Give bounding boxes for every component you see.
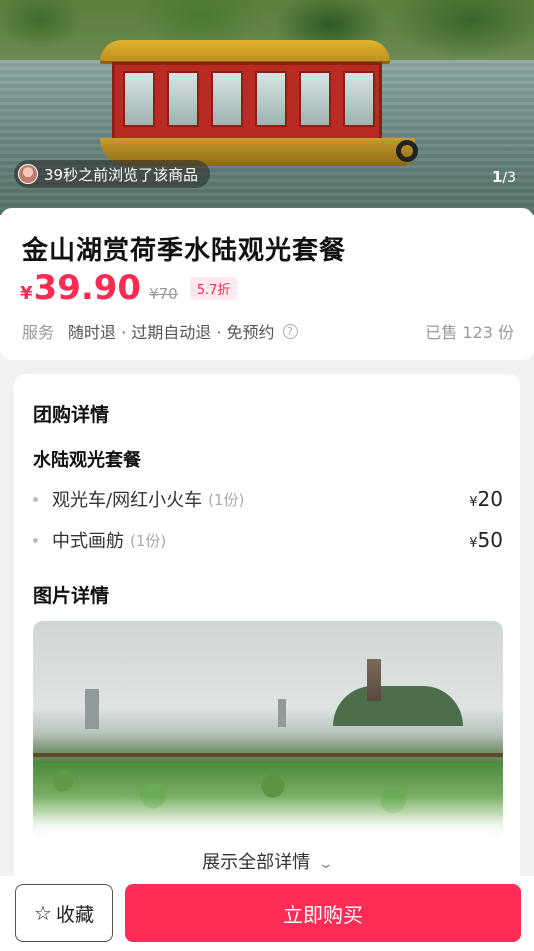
detail-photo[interactable]: [33, 621, 503, 836]
package-title: 水陆观光套餐: [33, 450, 141, 471]
buy-now-button[interactable]: 立即购买: [125, 884, 521, 942]
chevron-down-icon: ⌄: [317, 856, 335, 872]
item-qty: (1份): [130, 531, 167, 550]
service-list: 随时退 · 过期自动退 · 免预约: [68, 323, 275, 342]
section-title-photos: 图片详情: [33, 585, 110, 607]
recent-viewer-pill: 39秒之前浏览了该商品: [14, 160, 211, 188]
price-currency: ¥: [20, 283, 33, 304]
item-price: ¥20: [469, 487, 503, 511]
expand-label: 展示全部详情: [202, 852, 311, 873]
item-name: 观光车/网红小火车: [52, 490, 203, 511]
image-page-indicator: 1/3: [492, 168, 516, 186]
service-row[interactable]: 服务 随时退 · 过期自动退 · 免预约 ? 已售 123 份: [22, 319, 514, 343]
product-title: 金山湖赏荷季水陆观光套餐: [22, 236, 347, 266]
hero-boat: [100, 30, 425, 180]
original-price: ¥70: [149, 285, 178, 303]
item-qty: (1份): [208, 490, 245, 509]
current-price: 39.90: [33, 268, 142, 308]
viewer-avatar: [18, 164, 38, 184]
favorite-label: 收藏: [55, 903, 94, 926]
item-name: 中式画舫: [52, 531, 124, 552]
star-icon: ☆: [34, 901, 52, 925]
help-icon[interactable]: ?: [282, 323, 298, 339]
package-item: 观光车/网红小火车 (1份) ¥20: [33, 485, 503, 513]
favorite-button[interactable]: ☆ 收藏: [15, 884, 113, 942]
bullet-icon: [33, 537, 38, 543]
sold-count: 已售 123 份: [425, 323, 514, 342]
section-title-deal: 团购详情: [33, 404, 110, 426]
price-row: ¥ 39.90 ¥70 5.7折: [20, 268, 238, 308]
hero-image[interactable]: 39秒之前浏览了该商品 1/3: [0, 0, 534, 215]
expand-details-button[interactable]: 展示全部详情 ⌄: [14, 848, 520, 874]
deal-details-card: 团购详情 水陆观光套餐 观光车/网红小火车 (1份) ¥20 中式画舫 (1份)…: [14, 374, 520, 951]
item-price: ¥50: [469, 528, 503, 552]
service-label: 服务: [22, 323, 55, 342]
product-info-card: 金山湖赏荷季水陆观光套餐 ¥ 39.90 ¥70 5.7折 服务 随时退 · 过…: [0, 208, 534, 360]
viewer-text: 39秒之前浏览了该商品: [44, 165, 199, 184]
page-current: 1: [491, 168, 503, 186]
discount-badge: 5.7折: [189, 277, 238, 300]
page-total: /3: [502, 170, 516, 186]
bottom-action-bar: ☆ 收藏 立即购买: [0, 876, 534, 951]
bullet-icon: [33, 496, 38, 502]
package-item: 中式画舫 (1份) ¥50: [33, 526, 503, 554]
